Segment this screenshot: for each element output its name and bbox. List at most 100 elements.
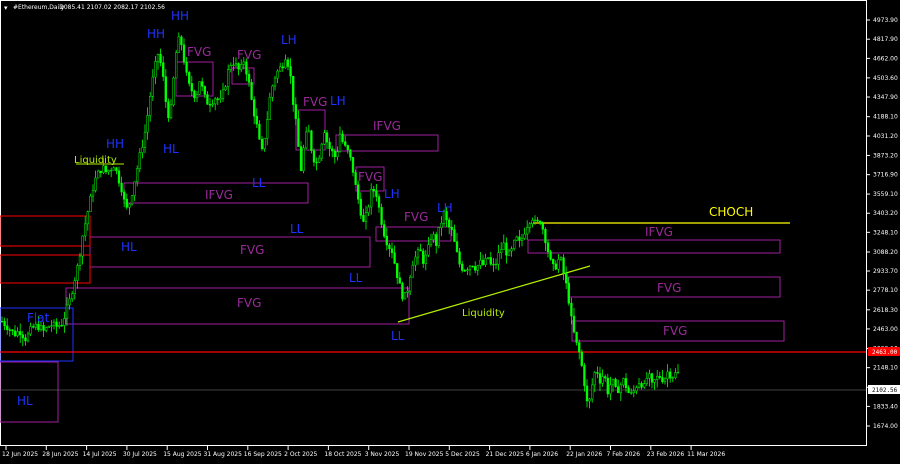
candle-body (546, 242, 550, 253)
candle-body (471, 265, 474, 268)
candle-body (60, 325, 63, 327)
candle-body (211, 103, 214, 106)
candle-body (635, 387, 638, 392)
candle-body (91, 190, 95, 197)
trading-chart[interactable]: ▾ #Ethereum,Daily 2085.41 2107.02 2082.1… (0, 0, 900, 460)
candle-body (16, 331, 19, 337)
candle-body (385, 235, 388, 246)
candle-body (575, 331, 578, 343)
candle-body (513, 239, 516, 249)
candle-body (523, 233, 526, 239)
candle-body (640, 383, 643, 388)
candle-body (346, 145, 349, 151)
candle-body (609, 384, 612, 395)
price-axis[interactable]: 4973.90 4817.90 4662.00 4503.60 4347.90 4188.… (866, 0, 898, 446)
candle-body (328, 141, 331, 150)
price-tick-label: 3559.10 (873, 191, 898, 198)
candle-body (557, 259, 560, 270)
candle-body (544, 229, 547, 244)
candle-body (476, 265, 479, 271)
candle-body (630, 392, 633, 394)
price-tick-label: 4031.20 (873, 133, 898, 140)
zone-labels: FVG FVG FVG IFVG FVG IFVG FVG FVG FVG IF… (187, 45, 687, 338)
candle-body (666, 371, 669, 380)
candle-body (406, 290, 409, 293)
candle-body (518, 236, 521, 241)
candle-body (143, 131, 147, 148)
candle-body (255, 115, 258, 125)
candle-body (604, 376, 607, 379)
price-tick-label: 4347.90 (873, 94, 898, 101)
swing-label: HL (17, 394, 33, 408)
candle-body (198, 81, 201, 95)
time-tick-label: 2 Oct 2025 (284, 451, 317, 458)
zone-label: FVG (237, 48, 261, 62)
candle-body (45, 327, 48, 331)
lower-zone[interactable] (0, 361, 59, 423)
zone-label: FVG (303, 95, 327, 109)
ifvg-zone[interactable] (527, 239, 781, 254)
candle-body (331, 148, 334, 152)
candle-body (663, 378, 667, 382)
candle-body (284, 59, 287, 69)
candle-body (253, 99, 256, 117)
candle-body (237, 63, 240, 70)
candle-body (8, 329, 11, 331)
red-zone[interactable] (0, 215, 91, 247)
candle-body (580, 351, 583, 366)
candle-body (422, 250, 425, 264)
candle-body (364, 212, 368, 222)
candle-body (125, 198, 128, 208)
candle-body (598, 373, 602, 384)
candle-body (208, 104, 212, 106)
candle-body (325, 132, 329, 143)
candle-body (299, 146, 303, 171)
candle-body (234, 63, 238, 66)
dropdown-icon[interactable]: ▾ (4, 4, 8, 12)
candle-body (169, 104, 173, 119)
price-tick-label: 2148.10 (873, 365, 898, 372)
candle-body (94, 177, 97, 191)
candle-body (164, 76, 167, 102)
chart-canvas[interactable]: ▾ #Ethereum,Daily 2085.41 2107.02 2082.1… (0, 0, 900, 460)
candle-body (562, 257, 565, 274)
swing-label: HH (171, 9, 189, 23)
ifvg-zone[interactable] (335, 134, 439, 152)
candle-body (487, 257, 490, 259)
candle-body (65, 304, 69, 319)
zone-label: IFVG (205, 188, 233, 202)
candle-body (357, 184, 360, 200)
candle-body (440, 222, 443, 228)
candle-body (193, 90, 196, 99)
price-tick-label: 3088.20 (873, 249, 898, 256)
candle-body (596, 372, 599, 374)
candle-body (567, 282, 570, 304)
candle-body (396, 263, 399, 278)
candle-body (528, 223, 531, 228)
candle-body (463, 270, 466, 272)
candle-body (312, 150, 316, 163)
candle-body (162, 62, 165, 77)
candle-body (175, 52, 178, 79)
candle-body (526, 227, 529, 235)
candle-body (0, 321, 4, 323)
candle-body (123, 191, 126, 200)
fvg-zone[interactable] (231, 67, 255, 85)
candle-body (151, 76, 154, 97)
zone-label: FVG (187, 45, 211, 59)
candle-body (71, 293, 74, 300)
price-tick-label: 4662.00 (873, 55, 898, 62)
candle-body (266, 119, 269, 139)
time-tick-label: 6 Jan 2026 (526, 451, 558, 458)
candle-body (190, 83, 193, 92)
candle-body (55, 321, 58, 327)
candle-body (242, 61, 245, 65)
candle-body (102, 165, 105, 173)
candle-body (76, 265, 79, 281)
time-axis[interactable]: 12 Jun 2025 28 Jun 2025 14 Jul 2025 30 Jul … (2, 446, 725, 458)
candle-body (130, 195, 134, 205)
candle-body (276, 70, 279, 79)
candle-body (81, 235, 84, 257)
candle-body (107, 170, 110, 173)
time-tick-label: 22 Jan 2026 (566, 451, 602, 458)
